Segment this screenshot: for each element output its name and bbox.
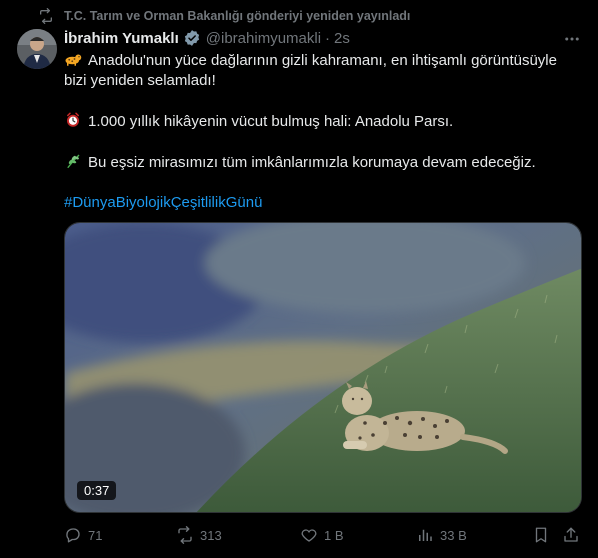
- tweet-line-1: Anadolu'nun yüce dağlarının gizli kahram…: [64, 50, 584, 71]
- repost-icon: [40, 8, 52, 24]
- like-count: 1 B: [324, 527, 344, 543]
- tweet-text: Anadolu'nun yüce dağlarının gizli kahram…: [64, 50, 584, 213]
- views-button[interactable]: 33 B: [416, 526, 467, 544]
- tweet-line-3-text: 1.000 yıllık hikâyenin vücut bulmuş hali…: [88, 113, 454, 130]
- repost-icon: [178, 526, 192, 544]
- author-name[interactable]: İbrahim Yumaklı: [64, 30, 179, 47]
- tweet-line-3: 1.000 yıllık hikâyenin vücut bulmuş hali…: [64, 111, 584, 132]
- share-icon: [564, 527, 578, 542]
- views-icon: [419, 529, 432, 541]
- herb-emoji-icon: [67, 154, 80, 169]
- verified-badge-icon: [184, 30, 199, 46]
- repost-text: T.C. Tarım ve Orman Bakanlığı gönderiyi …: [64, 9, 411, 23]
- tweet-line-1-text: Anadolu'nun yüce dağlarının gizli kahram…: [88, 52, 557, 69]
- hashtag-link[interactable]: #DünyaBiyolojikÇeşitlilikGünü: [64, 193, 584, 213]
- share-button[interactable]: [562, 526, 586, 544]
- bookmark-icon: [535, 527, 547, 543]
- author-handle[interactable]: @ibrahimyumakli: [206, 30, 321, 47]
- bookmark-button[interactable]: [532, 526, 556, 544]
- avatar[interactable]: [17, 29, 57, 69]
- tweet-line-4-text: Bu eşsiz mirasımızı tüm imkânlarımızla k…: [88, 154, 536, 171]
- more-icon[interactable]: [562, 30, 582, 48]
- tweet-header: İbrahim Yumaklı @ibrahimyumakli · 2s: [64, 28, 350, 48]
- reply-button[interactable]: 71: [64, 526, 102, 544]
- video-duration: 0:37: [77, 481, 117, 500]
- tweet-line-4: Bu eşsiz mirasımızı tüm imkânlarımızla k…: [64, 152, 584, 173]
- tweet-line-2: bizi yeniden selamladı!: [64, 72, 216, 89]
- tweet-timestamp[interactable]: 2s: [334, 30, 350, 47]
- repost-indicator[interactable]: T.C. Tarım ve Orman Bakanlığı gönderiyi …: [38, 8, 410, 24]
- action-bar: 71 313 1 B 33 B: [64, 526, 584, 546]
- like-icon: [301, 529, 317, 542]
- header-separator: ·: [325, 29, 331, 47]
- video-thumbnail: [65, 223, 581, 512]
- video-player[interactable]: 0:37: [64, 222, 582, 513]
- like-button[interactable]: 1 B: [300, 526, 344, 544]
- reply-count: 71: [88, 527, 103, 543]
- repost-button[interactable]: 313: [176, 526, 222, 544]
- repost-count: 313: [200, 527, 222, 543]
- clock-emoji-icon: [67, 112, 79, 127]
- reply-icon: [66, 528, 80, 543]
- leopard-emoji-icon: [65, 54, 82, 66]
- views-count: 33 B: [440, 527, 467, 543]
